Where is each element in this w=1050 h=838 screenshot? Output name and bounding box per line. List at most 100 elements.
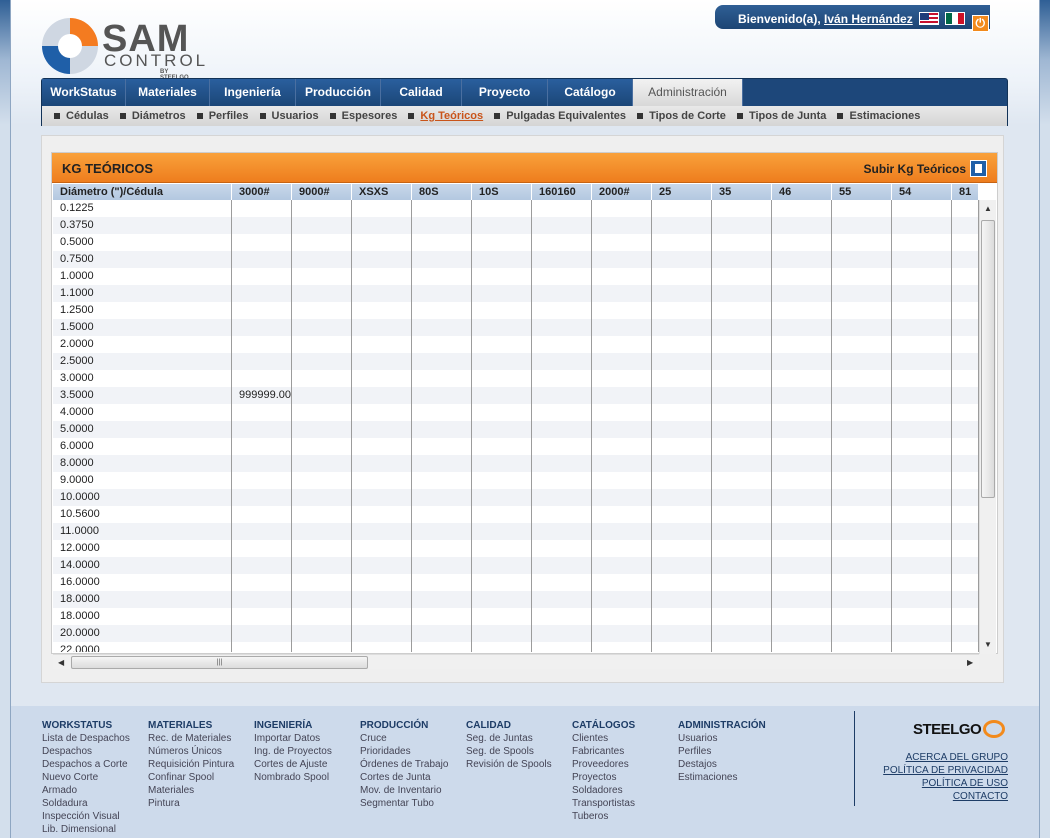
- value-cell[interactable]: [952, 353, 979, 370]
- value-cell[interactable]: [952, 574, 979, 591]
- value-cell[interactable]: [592, 557, 652, 574]
- column-header[interactable]: Diámetro (")/Cédula: [53, 184, 232, 200]
- value-cell[interactable]: [892, 489, 952, 506]
- footer-link[interactable]: Cortes de Junta: [360, 771, 448, 784]
- diameter-cell[interactable]: 14.0000: [53, 557, 232, 574]
- user-name-link[interactable]: Iván Hernández: [824, 12, 913, 26]
- diameter-cell[interactable]: 8.0000: [53, 455, 232, 472]
- value-cell[interactable]: [532, 302, 592, 319]
- value-cell[interactable]: [712, 268, 772, 285]
- value-cell[interactable]: [592, 302, 652, 319]
- value-cell[interactable]: [832, 336, 892, 353]
- value-cell[interactable]: [832, 557, 892, 574]
- table-row[interactable]: 3.0000: [53, 370, 979, 387]
- power-icon[interactable]: ⏻: [971, 15, 989, 32]
- value-cell[interactable]: [352, 489, 412, 506]
- table-row[interactable]: 3.5000 999999.00: [53, 387, 979, 404]
- value-cell[interactable]: [532, 251, 592, 268]
- value-cell[interactable]: [292, 489, 352, 506]
- footer-link[interactable]: Importar Datos: [254, 732, 332, 745]
- value-cell[interactable]: [292, 404, 352, 421]
- value-cell[interactable]: [652, 387, 712, 404]
- value-cell[interactable]: [592, 455, 652, 472]
- value-cell[interactable]: [232, 217, 292, 234]
- footer-link[interactable]: Requisición Pintura: [148, 758, 234, 771]
- table-row[interactable]: 14.0000: [53, 557, 979, 574]
- column-header[interactable]: 160160: [532, 184, 592, 200]
- value-cell[interactable]: [712, 404, 772, 421]
- value-cell[interactable]: [712, 387, 772, 404]
- value-cell[interactable]: [772, 251, 832, 268]
- value-cell[interactable]: [412, 336, 472, 353]
- diameter-cell[interactable]: 1.0000: [53, 268, 232, 285]
- value-cell[interactable]: [532, 540, 592, 557]
- column-header[interactable]: 46: [772, 184, 832, 200]
- footer-link[interactable]: Prioridades: [360, 745, 448, 758]
- value-cell[interactable]: [712, 251, 772, 268]
- value-cell[interactable]: [232, 642, 292, 652]
- column-header[interactable]: 9000#: [292, 184, 352, 200]
- value-cell[interactable]: [472, 506, 532, 523]
- value-cell[interactable]: [772, 302, 832, 319]
- value-cell[interactable]: [292, 285, 352, 302]
- value-cell[interactable]: [412, 200, 472, 217]
- upload-label[interactable]: Subir Kg Teóricos: [864, 162, 966, 176]
- value-cell[interactable]: [592, 540, 652, 557]
- value-cell[interactable]: [232, 404, 292, 421]
- value-cell[interactable]: [832, 574, 892, 591]
- value-cell[interactable]: [232, 200, 292, 217]
- table-row[interactable]: 0.5000: [53, 234, 979, 251]
- value-cell[interactable]: [652, 217, 712, 234]
- value-cell[interactable]: [232, 625, 292, 642]
- value-cell[interactable]: [952, 336, 979, 353]
- value-cell[interactable]: [592, 336, 652, 353]
- value-cell[interactable]: [772, 438, 832, 455]
- value-cell[interactable]: [592, 591, 652, 608]
- value-cell[interactable]: [292, 200, 352, 217]
- footer-link[interactable]: Proveedores: [572, 758, 635, 771]
- diameter-cell[interactable]: 2.0000: [53, 336, 232, 353]
- diameter-cell[interactable]: 3.0000: [53, 370, 232, 387]
- value-cell[interactable]: [472, 523, 532, 540]
- value-cell[interactable]: [532, 489, 592, 506]
- value-cell[interactable]: [952, 540, 979, 557]
- value-cell[interactable]: [232, 302, 292, 319]
- flag-mx-icon[interactable]: [945, 12, 966, 25]
- table-row[interactable]: 12.0000: [53, 540, 979, 557]
- value-cell[interactable]: [952, 506, 979, 523]
- value-cell[interactable]: [292, 217, 352, 234]
- subnav-diametros[interactable]: Diámetros: [132, 110, 186, 122]
- subnav-estimaciones[interactable]: Estimaciones: [849, 110, 920, 122]
- table-row[interactable]: 0.3750: [53, 217, 979, 234]
- value-cell[interactable]: [472, 234, 532, 251]
- value-cell[interactable]: [592, 251, 652, 268]
- table-row[interactable]: 22.0000: [53, 642, 979, 652]
- value-cell[interactable]: [892, 591, 952, 608]
- table-row[interactable]: 16.0000: [53, 574, 979, 591]
- value-cell[interactable]: [472, 489, 532, 506]
- value-cell[interactable]: [352, 506, 412, 523]
- value-cell[interactable]: [892, 387, 952, 404]
- value-cell[interactable]: [712, 608, 772, 625]
- subnav-pulgadas-equivalentes[interactable]: Pulgadas Equivalentes: [506, 110, 626, 122]
- value-cell[interactable]: [412, 455, 472, 472]
- table-row[interactable]: 8.0000: [53, 455, 979, 472]
- value-cell[interactable]: [772, 591, 832, 608]
- value-cell[interactable]: [232, 540, 292, 557]
- value-cell[interactable]: [712, 574, 772, 591]
- value-cell[interactable]: [892, 234, 952, 251]
- value-cell[interactable]: [292, 336, 352, 353]
- footer-link-contacto[interactable]: CONTACTO: [883, 790, 1008, 803]
- value-cell[interactable]: [712, 506, 772, 523]
- column-header[interactable]: 3000#: [232, 184, 292, 200]
- value-cell[interactable]: [712, 336, 772, 353]
- value-cell[interactable]: [892, 438, 952, 455]
- value-cell[interactable]: [352, 625, 412, 642]
- value-cell[interactable]: [652, 370, 712, 387]
- footer-link[interactable]: Cruce: [360, 732, 448, 745]
- tab-proyecto[interactable]: Proyecto: [462, 79, 548, 106]
- value-cell[interactable]: [892, 251, 952, 268]
- value-cell[interactable]: [292, 557, 352, 574]
- value-cell[interactable]: [532, 387, 592, 404]
- value-cell[interactable]: [232, 268, 292, 285]
